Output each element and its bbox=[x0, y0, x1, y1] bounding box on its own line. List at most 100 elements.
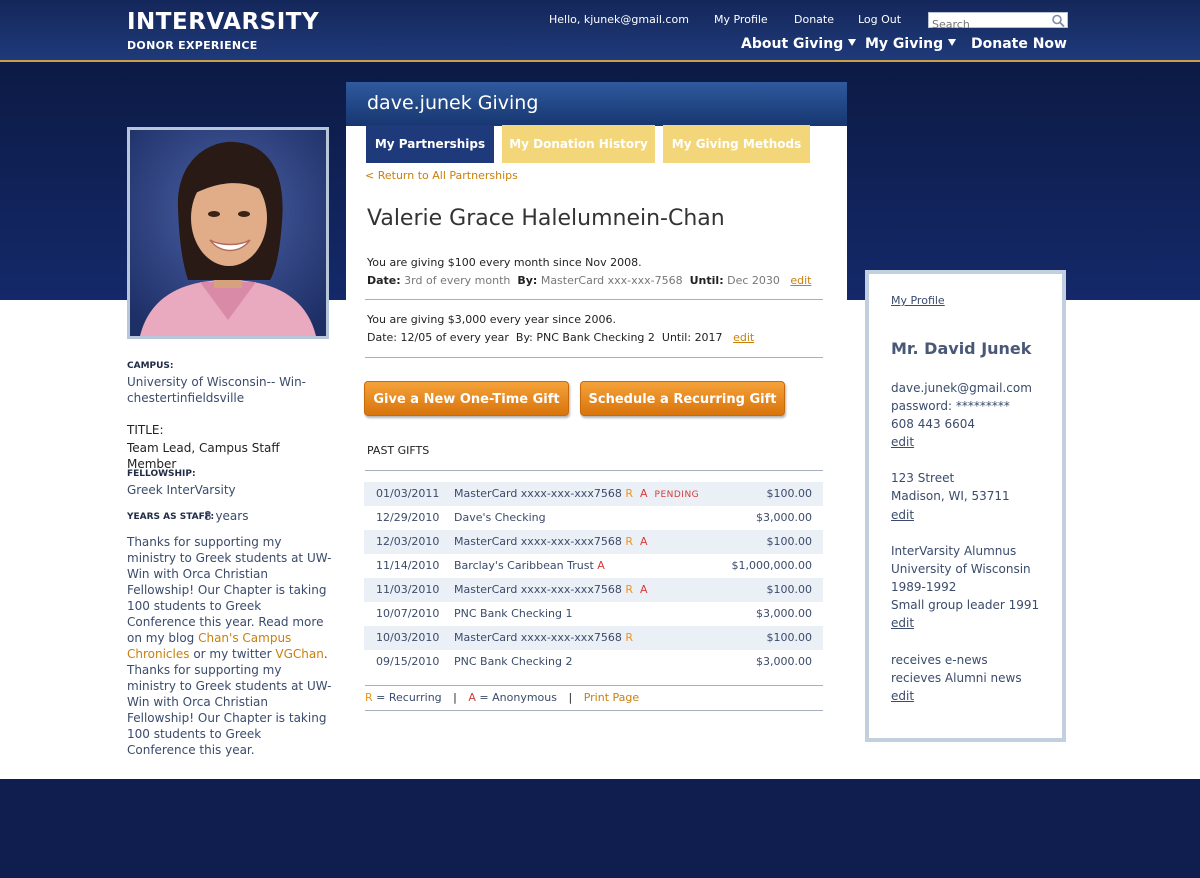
date-label: Date: bbox=[367, 274, 401, 287]
news-line-1: receives e-news bbox=[891, 653, 988, 667]
search-box bbox=[928, 12, 1068, 32]
gift-method: Dave's Checking bbox=[454, 511, 546, 524]
address-edit-link[interactable]: edit bbox=[891, 506, 914, 524]
legend-separator: | bbox=[453, 691, 457, 704]
my-profile-link[interactable]: My Profile bbox=[891, 292, 945, 310]
return-to-partnerships-link[interactable]: < Return to All Partnerships bbox=[365, 169, 518, 182]
gift-date: 10/03/2010 bbox=[376, 631, 440, 644]
twitter-link[interactable]: VGChan bbox=[275, 647, 323, 661]
logout-link[interactable]: Log Out bbox=[858, 13, 901, 26]
anonymous-flag: A bbox=[639, 535, 648, 548]
commitment-2-details: Date: 12/05 of every year By: PNC Bank C… bbox=[367, 331, 754, 344]
commitment-1-date: 3rd of every month bbox=[404, 274, 511, 287]
alumni-line-3: 1989-1992 bbox=[891, 580, 957, 594]
until-label: Until: bbox=[661, 331, 692, 344]
contact-edit-link[interactable]: edit bbox=[891, 433, 914, 451]
campus-value: University of Wisconsin-- Win-chestertin… bbox=[127, 375, 306, 405]
profile-phone: 608 443 6604 bbox=[891, 417, 975, 431]
pending-status: PENDING bbox=[654, 490, 700, 500]
until-label: Until: bbox=[689, 274, 724, 287]
legend-r-key: R bbox=[365, 691, 373, 704]
recurring-gift-button[interactable]: Schedule a Recurring Gift bbox=[580, 381, 785, 416]
commitment-2-summary: You are giving $3,000 every year since 2… bbox=[367, 313, 616, 326]
gift-amount: $3,000.00 bbox=[756, 511, 812, 524]
gift-date: 11/03/2010 bbox=[376, 583, 440, 596]
staff-photo bbox=[127, 127, 329, 339]
gift-date: 09/15/2010 bbox=[376, 655, 440, 668]
chevron-down-icon bbox=[948, 39, 957, 46]
bio-text-1: Thanks for supporting my ministry to Gre… bbox=[127, 535, 332, 645]
gift-date: 10/07/2010 bbox=[376, 607, 440, 620]
staff-portrait-image bbox=[130, 130, 326, 336]
alumni-line-1: InterVarsity Alumnus bbox=[891, 544, 1017, 558]
gift-source: MasterCard xxxx-xxx-xxx7568 R A bbox=[454, 583, 648, 596]
site-logo[interactable]: INTERVARSITY DONOR EXPERIENCE bbox=[127, 10, 319, 52]
gift-source: MasterCard xxxx-xxx-xxx7568 R bbox=[454, 631, 633, 644]
logo-title: INTERVARSITY bbox=[127, 9, 320, 35]
legend-separator: | bbox=[568, 691, 573, 704]
commitment-2-method: PNC Bank Checking 2 bbox=[536, 331, 655, 344]
divider bbox=[365, 299, 823, 300]
news-edit-link[interactable]: edit bbox=[891, 687, 914, 705]
fellowship-value: Greek InterVarsity bbox=[127, 483, 236, 497]
recurring-flag: R bbox=[625, 631, 633, 644]
chevron-down-icon bbox=[848, 39, 857, 46]
gift-method: MasterCard xxxx-xxx-xxx7568 bbox=[454, 487, 622, 500]
nav-my-giving-label: My Giving bbox=[865, 36, 944, 52]
gift-method: PNC Bank Checking 1 bbox=[454, 607, 573, 620]
gift-date: 12/29/2010 bbox=[376, 511, 440, 524]
my-profile-link[interactable]: My Profile bbox=[714, 13, 768, 26]
divider bbox=[365, 470, 823, 471]
gift-method: MasterCard xxxx-xxx-xxx7568 bbox=[454, 583, 622, 596]
profile-email: dave.junek@gmail.com bbox=[891, 381, 1032, 395]
search-icon[interactable] bbox=[1051, 14, 1065, 27]
gift-date: 01/03/2011 bbox=[376, 487, 440, 500]
tab-donation-history[interactable]: My Donation History bbox=[502, 125, 655, 163]
recurring-flag: R bbox=[625, 487, 633, 500]
tab-my-partnerships[interactable]: My Partnerships bbox=[366, 125, 494, 163]
partner-name: Valerie Grace Halelumnein-Chan bbox=[367, 206, 725, 231]
table-row: 01/03/2011 MasterCard xxxx-xxx-xxx7568 R… bbox=[364, 482, 823, 506]
alumni-line-2: University of Wisconsin bbox=[891, 562, 1031, 576]
divider bbox=[365, 710, 823, 711]
gift-amount: $100.00 bbox=[766, 631, 813, 644]
commitment-2-edit-link[interactable]: edit bbox=[733, 331, 754, 344]
alumni-edit-link[interactable]: edit bbox=[891, 614, 914, 632]
legend-a-key: A bbox=[468, 691, 476, 704]
logo-subtitle: DONOR EXPERIENCE bbox=[127, 39, 258, 52]
commitment-1-summary: You are giving $100 every month since No… bbox=[367, 256, 642, 269]
nav-donate-now[interactable]: Donate Now bbox=[971, 36, 1067, 52]
nav-my-giving[interactable]: My Giving bbox=[865, 36, 957, 52]
years-label: YEARS AS STAFF: bbox=[127, 512, 215, 522]
gift-date: 12/03/2010 bbox=[376, 535, 440, 548]
gift-amount: $3,000.00 bbox=[756, 607, 812, 620]
staff-bio: Thanks for supporting my ministry to Gre… bbox=[127, 534, 332, 758]
anonymous-flag: A bbox=[639, 487, 648, 500]
title-label: TITLE: bbox=[127, 423, 164, 437]
search-input[interactable] bbox=[929, 17, 1047, 32]
footer bbox=[0, 779, 1200, 878]
bio-text-2: or my twitter bbox=[189, 647, 276, 661]
gift-amount: $3,000.00 bbox=[756, 655, 812, 668]
one-time-gift-button[interactable]: Give a New One-Time Gift bbox=[364, 381, 569, 416]
recurring-flag: R bbox=[625, 583, 633, 596]
fellowship-label: FELLOWSHIP: bbox=[127, 469, 196, 479]
table-row: 10/07/2010 PNC Bank Checking 1 $3,000.00 bbox=[364, 602, 823, 626]
commitment-1-edit-link[interactable]: edit bbox=[790, 274, 811, 287]
title-value: Team Lead, Campus Staff Member bbox=[127, 441, 280, 471]
donate-link[interactable]: Donate bbox=[794, 13, 834, 26]
tab-giving-methods[interactable]: My Giving Methods bbox=[663, 125, 810, 163]
date-label: Date: bbox=[367, 331, 397, 344]
legend: R = Recurring | A = Anonymous | Print Pa… bbox=[365, 691, 639, 704]
nav-about-giving[interactable]: About Giving bbox=[741, 36, 857, 52]
bio-text-3: . Thanks for supporting my ministry to G… bbox=[127, 647, 332, 757]
past-gifts-heading: PAST GIFTS bbox=[367, 444, 430, 457]
news-line-2: recieves Alumni news bbox=[891, 671, 1022, 685]
greeting: Hello, kjunek@gmail.com bbox=[549, 13, 689, 26]
legend-r-text: = Recurring bbox=[376, 691, 442, 704]
divider bbox=[365, 357, 823, 358]
print-page-link[interactable]: Print Page bbox=[584, 691, 639, 704]
profile-name: Mr. David Junek bbox=[891, 339, 1032, 358]
gift-method: Barclay's Caribbean Trust bbox=[454, 559, 594, 572]
recurring-flag: R bbox=[625, 535, 633, 548]
